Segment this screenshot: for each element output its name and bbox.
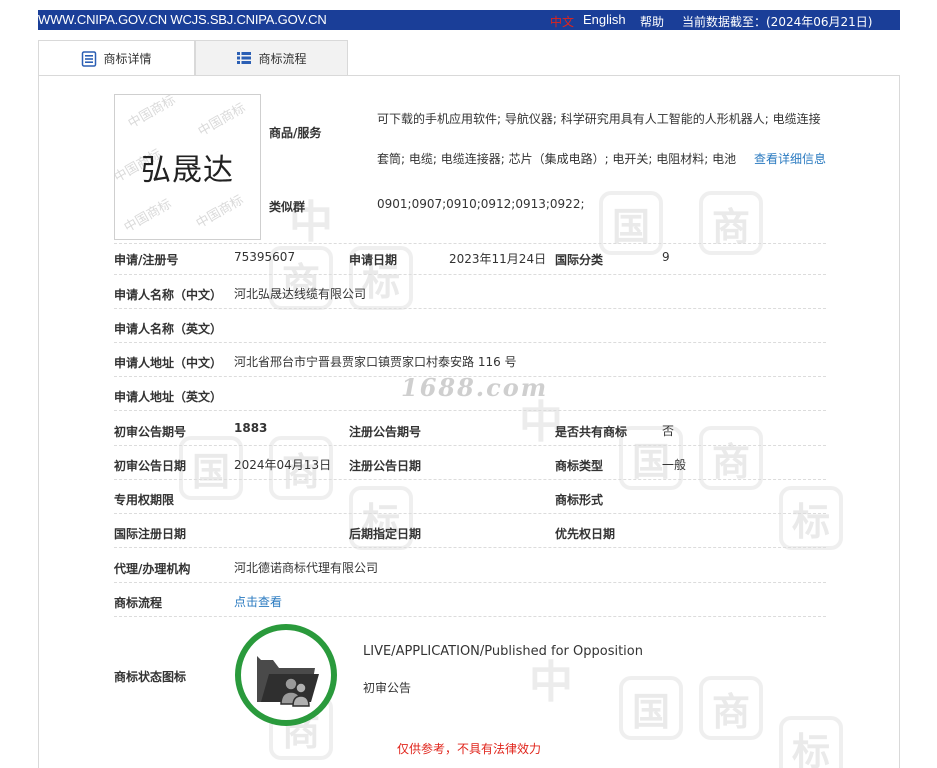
detail-panel: 中 国 商 商 标 中 国 商 国 商 标 标 中 国 商 标 商 中国商标 中…	[38, 75, 900, 768]
apply-date-value: 2023年11月24日	[449, 252, 547, 266]
image-watermark: 中国商标	[121, 196, 175, 236]
data-as-of-text: 当前数据截至：(2024年06月21日)	[682, 15, 873, 29]
later-designation-label: 后期指定日期	[349, 527, 422, 541]
divider	[114, 513, 826, 514]
prelim-date-label: 初审公告日期	[114, 459, 187, 473]
mark-type-label: 商标类型	[555, 459, 604, 473]
status-published-icon	[235, 624, 337, 726]
divider	[114, 308, 826, 309]
process-label: 商标流程	[114, 596, 163, 610]
mark-type-value: 一般	[662, 458, 687, 472]
divider	[114, 243, 826, 244]
divider	[114, 582, 826, 583]
image-watermark: 中国商标	[195, 100, 249, 140]
apply-date-label: 申请日期	[349, 253, 398, 267]
goods-value: 可下载的手机应用软件; 导航仪器; 科学研究用具有人工智能的人形机器人; 电缆连…	[377, 99, 827, 179]
similar-group-value: 0901;0907;0910;0912;0913;0922;	[377, 197, 585, 211]
tab-trademark-flow[interactable]: 商标流程	[195, 40, 348, 75]
prelim-no-label: 初审公告期号	[114, 425, 187, 439]
divider	[114, 445, 826, 446]
shared-mark-value: 否	[662, 424, 675, 438]
lang-english-link[interactable]: English	[583, 12, 626, 27]
trademark-image: 中国商标 中国商标 中国商标 中国商标 中国商标 弘晟达	[114, 94, 261, 240]
tab-label: 商标详情	[103, 52, 152, 66]
list-icon	[236, 50, 252, 66]
agent-label: 代理/办理机构	[114, 562, 191, 576]
bg-watermark: 国	[599, 191, 663, 255]
disclaimer-text: 仅供参考，不具有法律效力	[396, 742, 541, 756]
trademark-text: 弘晟达	[141, 153, 234, 188]
divider	[114, 479, 826, 480]
mark-form-label: 商标形式	[555, 493, 604, 507]
prelim-no-value: 1883	[234, 421, 268, 435]
divider	[114, 410, 826, 411]
similar-group-label: 类似群	[269, 200, 306, 214]
priority-date-label: 优先权日期	[555, 527, 616, 541]
image-watermark: 中国商标	[125, 94, 179, 132]
bg-watermark: 中	[289, 197, 333, 248]
reg-no-label: 申请/注册号	[114, 253, 179, 267]
bg-watermark: 商	[699, 676, 763, 740]
status-en-text: LIVE/APPLICATION/Published for Oppositio…	[363, 644, 643, 659]
tab-label: 商标流程	[258, 51, 307, 66]
address-cn-value: 河北省邢台市宁晋县贾家口镇贾家口村泰安路 116 号	[234, 355, 517, 369]
divider	[114, 547, 826, 548]
shared-mark-label: 是否共有商标	[555, 425, 628, 439]
reg-no-value: 75395607	[234, 250, 296, 264]
prelim-date-value: 2024年04月13日	[234, 458, 332, 472]
bg-watermark: 商	[699, 191, 763, 255]
address-en-label: 申请人地址（英文）	[114, 390, 223, 404]
divider	[114, 274, 826, 275]
address-cn-label: 申请人地址（中文）	[114, 356, 223, 370]
lang-chinese-link[interactable]: 中文	[550, 13, 574, 30]
view-details-link[interactable]: 查看详细信息	[754, 152, 826, 166]
divider	[114, 616, 826, 617]
site-watermark: 1688.com	[401, 373, 549, 402]
goods-label: 商品/服务	[269, 126, 322, 140]
bg-watermark: 商	[699, 426, 763, 490]
reg-pub-date-label: 注册公告日期	[349, 459, 422, 473]
applicant-cn-label: 申请人名称（中文）	[114, 288, 223, 302]
agent-value: 河北德诺商标代理有限公司	[234, 561, 379, 575]
exclusive-period-label: 专用权期限	[114, 493, 175, 507]
reg-pub-no-label: 注册公告期号	[349, 425, 422, 439]
intl-class-label: 国际分类	[555, 253, 604, 267]
bg-watermark: 国	[619, 676, 683, 740]
intl-class-value: 9	[662, 250, 670, 264]
status-cn-text: 初审公告	[363, 681, 412, 695]
divider	[114, 342, 826, 343]
view-process-link[interactable]: 点击查看	[234, 593, 282, 610]
top-bar: WWW.CNIPA.GOV.CN WCJS.SBJ.CNIPA.GOV.CN 中…	[38, 10, 900, 30]
status-icon-label: 商标状态图标	[114, 670, 187, 684]
bg-watermark: 标	[779, 486, 843, 550]
image-watermark: 中国商标	[193, 192, 247, 232]
applicant-en-label: 申请人名称（英文）	[114, 322, 223, 336]
intl-reg-date-label: 国际注册日期	[114, 527, 187, 541]
document-list-icon	[81, 50, 97, 67]
help-link[interactable]: 帮助	[640, 13, 664, 30]
applicant-cn-value: 河北弘晟达线缆有限公司	[234, 287, 367, 301]
site-links[interactable]: WWW.CNIPA.GOV.CN WCJS.SBJ.CNIPA.GOV.CN	[38, 12, 327, 27]
tab-trademark-detail[interactable]: 商标详情	[38, 40, 195, 76]
